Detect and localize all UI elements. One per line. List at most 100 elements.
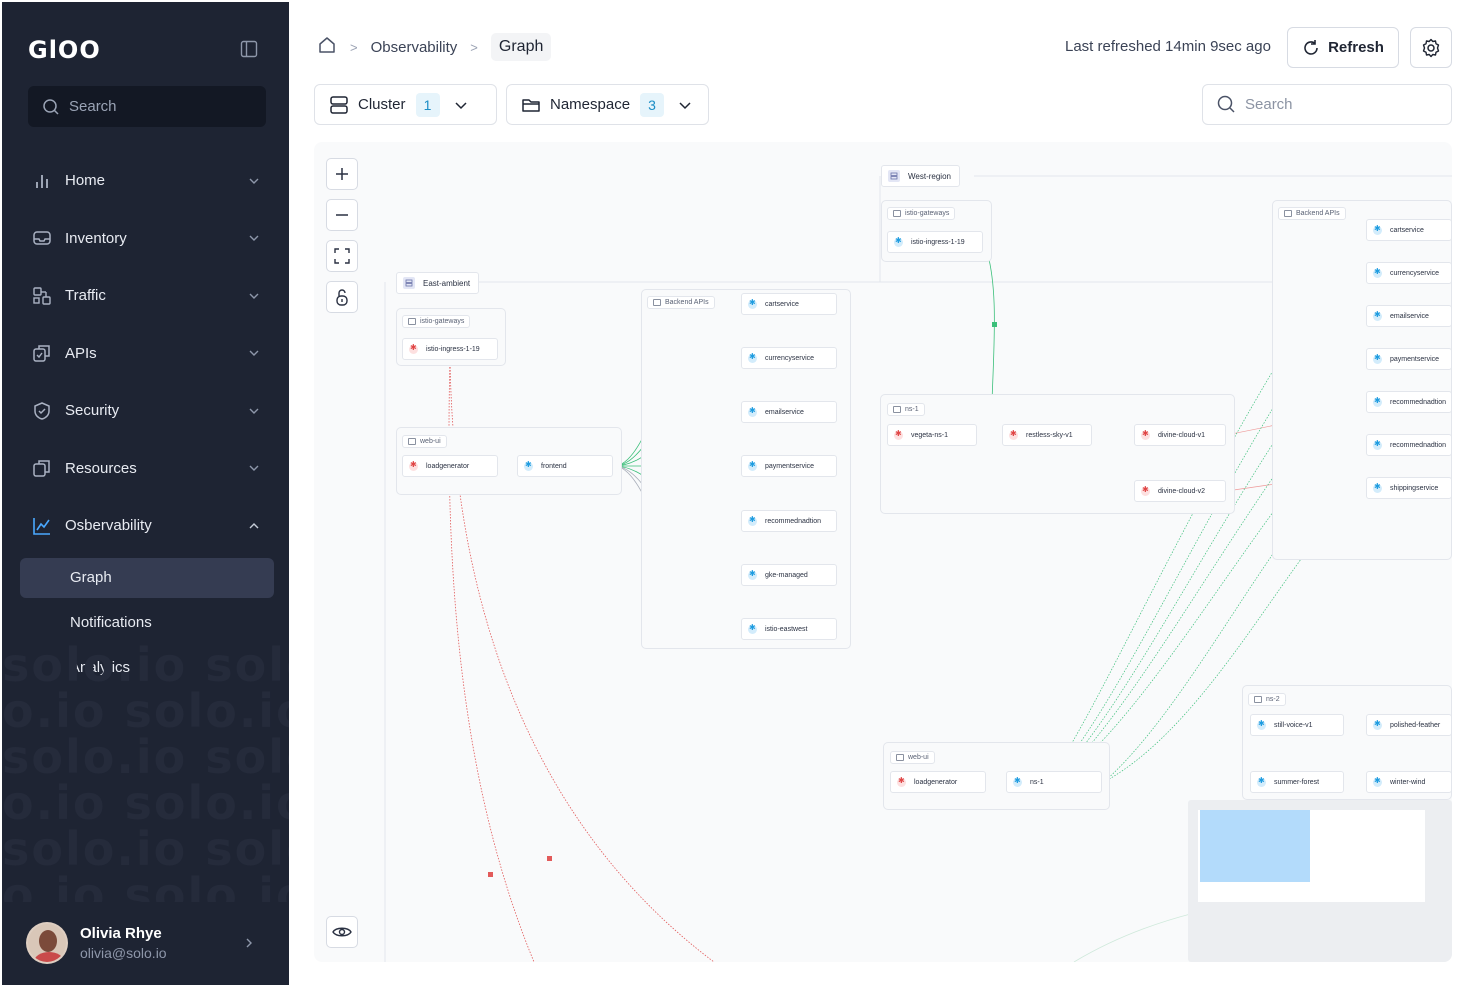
graph-search-input[interactable]: Search	[1202, 84, 1452, 125]
node-cartservice-east[interactable]: cartservice	[741, 293, 837, 315]
node-frontend[interactable]: frontend	[517, 455, 613, 477]
sidebar-collapse-icon[interactable]	[240, 40, 258, 58]
sidebar-item-label: Osbervability	[65, 517, 152, 535]
cluster-filter[interactable]: Cluster 1	[314, 84, 497, 125]
breadcrumb-separator: >	[350, 39, 358, 55]
service-icon	[1373, 353, 1382, 364]
node-vegeta-ns-1[interactable]: vegeta-ns-1	[887, 424, 977, 446]
sidebar-item-resources[interactable]: Resources	[20, 440, 274, 498]
sidebar-item-inventory[interactable]: Inventory	[20, 210, 274, 268]
folder-icon	[653, 299, 661, 306]
namespace-filter[interactable]: Namespace 3	[506, 84, 709, 125]
last-refreshed-text: Last refreshed 14min 9sec ago	[1065, 38, 1271, 55]
graph-canvas[interactable]: East-ambient West-region istio-gateways …	[314, 142, 1452, 962]
workload-icon	[1009, 429, 1018, 440]
node-loadgenerator-east[interactable]: loadgenerator	[402, 455, 498, 477]
sidebar-item-apis[interactable]: APIs	[20, 325, 274, 383]
group-label: istio-gateways	[887, 207, 956, 220]
sidebar-item-observability[interactable]: Osbervability	[20, 497, 274, 555]
node-polished-feather[interactable]: polished-feather	[1366, 714, 1452, 736]
node-gke-managed[interactable]: gke-managed	[741, 564, 837, 586]
app-window: GlOO Search Home Inventory Traffic APIs …	[0, 0, 1480, 987]
zoom-out-button[interactable]	[326, 199, 358, 231]
refresh-button[interactable]: Refresh	[1287, 27, 1399, 68]
minimap-viewport[interactable]	[1200, 810, 1310, 882]
sidebar-subitem-graph[interactable]: Graph	[20, 557, 274, 598]
server-icon	[403, 277, 415, 289]
node-still-voice-v1[interactable]: still-voice-v1	[1250, 714, 1344, 736]
sidebar-subitem-notifications[interactable]: Notifications	[20, 603, 274, 643]
settings-button[interactable]	[1410, 27, 1452, 68]
node-istio-ingress-east[interactable]: istio-ingress-1-19	[402, 338, 498, 360]
folder-icon	[408, 438, 416, 445]
node-currencyservice-east[interactable]: currencyservice	[741, 347, 837, 369]
user-profile[interactable]: Olivia Rhye olivia@solo.io	[26, 920, 266, 966]
sidebar-search-input[interactable]: Search	[28, 86, 266, 127]
copy-icon	[32, 458, 52, 478]
service-icon	[524, 460, 533, 471]
node-paymentservice-east[interactable]: paymentservice	[741, 455, 837, 477]
node-paymentservice-west[interactable]: paymentservice	[1366, 348, 1452, 370]
fit-view-button[interactable]	[326, 240, 358, 272]
folder-icon	[896, 754, 904, 761]
region-label: West-region	[908, 171, 951, 181]
service-icon	[894, 236, 903, 247]
folder-icon	[893, 210, 901, 217]
node-emailservice-west[interactable]: emailservice	[1366, 305, 1452, 327]
cluster-filter-label: Cluster	[358, 96, 406, 113]
region-east-ambient[interactable]: East-ambient	[396, 272, 480, 294]
node-istio-ingress-west[interactable]: istio-ingress-1-19	[887, 231, 983, 253]
node-emailservice-east[interactable]: emailservice	[741, 401, 837, 423]
node-recommendation-west-2[interactable]: recommednadtion	[1366, 434, 1452, 456]
service-icon	[1373, 719, 1382, 730]
eye-icon	[332, 927, 352, 937]
service-icon	[1373, 776, 1382, 787]
folder-icon	[408, 318, 416, 325]
node-istio-eastwest[interactable]: istio-eastwest	[741, 618, 837, 640]
breadcrumb-observability[interactable]: Observability	[371, 39, 458, 56]
sidebar-item-security[interactable]: Security	[20, 382, 274, 440]
namespace-filter-label: Namespace	[550, 96, 631, 113]
node-summer-forest[interactable]: summer-forest	[1250, 771, 1344, 793]
service-icon	[1257, 776, 1266, 787]
node-recommendation-west-1[interactable]: recommednadtion	[1366, 391, 1452, 413]
zoom-in-button[interactable]	[326, 158, 358, 190]
brand-logo[interactable]: GlOO	[28, 36, 101, 64]
cluster-count-badge: 1	[415, 92, 440, 117]
lock-button[interactable]	[326, 281, 358, 313]
search-icon	[43, 98, 59, 115]
line-chart-icon	[32, 516, 52, 536]
breadcrumb-separator: >	[470, 39, 478, 55]
graph-minimap[interactable]	[1188, 800, 1452, 962]
gear-icon	[1422, 38, 1440, 57]
service-icon	[1373, 482, 1382, 493]
edge-marker-green	[992, 322, 997, 327]
breadcrumb: > Observability > Graph	[317, 32, 552, 62]
search-icon	[1217, 95, 1235, 113]
node-shippingservice-west[interactable]: shippingservice	[1366, 477, 1452, 499]
service-icon	[1373, 396, 1382, 407]
group-backend-apis-west[interactable]	[1272, 200, 1452, 560]
node-restless-sky-v1[interactable]: restless-sky-v1	[1002, 424, 1092, 446]
home-icon[interactable]	[317, 35, 337, 59]
refresh-label: Refresh	[1328, 39, 1384, 56]
node-cartservice-west[interactable]: cartservice	[1366, 219, 1452, 241]
node-currencyservice-west[interactable]: currencyservice	[1366, 262, 1452, 284]
node-loadgenerator-west[interactable]: loadgenerator	[890, 771, 986, 793]
visibility-toggle-button[interactable]	[326, 916, 358, 948]
api-icon	[32, 343, 52, 363]
node-divine-cloud-v1[interactable]: divine-cloud-v1	[1134, 424, 1226, 446]
sidebar-item-home[interactable]: Home	[20, 152, 274, 210]
group-label: ns-1	[887, 403, 925, 416]
node-divine-cloud-v2[interactable]: divine-cloud-v2	[1134, 480, 1226, 502]
refresh-icon	[1304, 39, 1318, 55]
shield-icon	[32, 401, 52, 421]
sidebar-item-label: Security	[65, 402, 120, 420]
node-winter-wind[interactable]: winter-wind	[1366, 771, 1452, 793]
node-ns-1-west[interactable]: ns-1	[1006, 771, 1102, 793]
group-label: web-ui	[402, 435, 447, 448]
sidebar-item-traffic[interactable]: Traffic	[20, 267, 274, 325]
region-west[interactable]: West-region	[881, 165, 960, 187]
edge-marker-red	[488, 872, 493, 877]
node-recommendation-east[interactable]: recommednadtion	[741, 510, 837, 532]
